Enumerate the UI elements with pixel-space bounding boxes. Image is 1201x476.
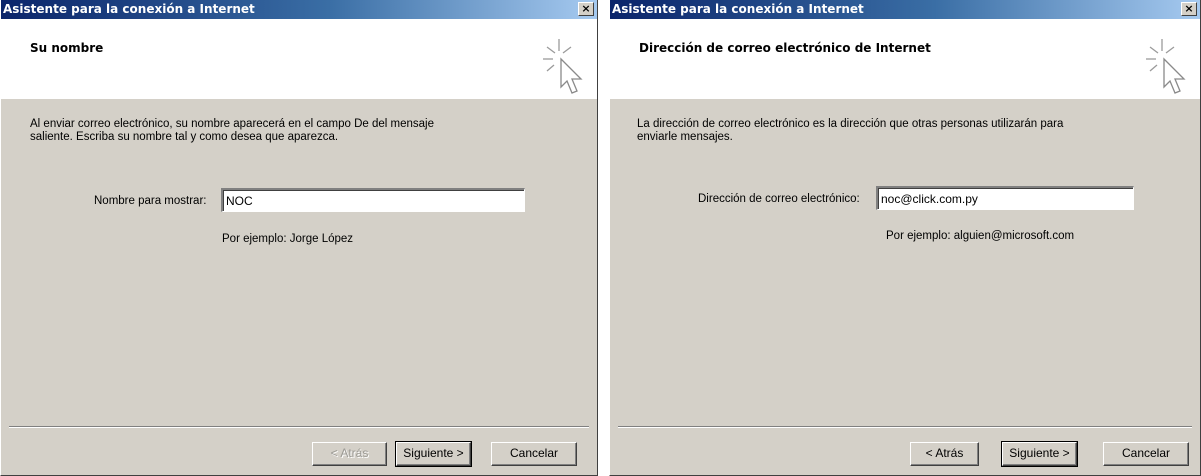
display-name-label: Nombre para mostrar: [94, 195, 207, 207]
wizard-window-name: Asistente para la conexión a Internet × … [0, 0, 598, 476]
next-button[interactable]: Siguiente > [1001, 441, 1078, 467]
button-separator [618, 426, 1192, 428]
email-address-input[interactable]: noc@click.com.py [876, 186, 1134, 210]
window-title: Asistente para la conexión a Internet [612, 2, 864, 16]
close-button[interactable]: × [578, 2, 594, 16]
example-text: Por ejemplo: Jorge López [222, 233, 354, 245]
wizard-sparkle-cursor-icon [1146, 39, 1186, 94]
button-separator [9, 426, 589, 428]
cancel-button[interactable]: Cancelar [1103, 442, 1189, 466]
cancel-button[interactable]: Cancelar [491, 442, 577, 466]
back-button[interactable]: < Atrás [910, 442, 979, 466]
window-title: Asistente para la conexión a Internet [3, 2, 255, 16]
close-button[interactable]: × [1181, 2, 1197, 16]
next-button[interactable]: Siguiente > [395, 441, 472, 467]
example-text: Por ejemplo: alguien@microsoft.com [886, 230, 1075, 242]
wizard-header: Su nombre [1, 19, 597, 99]
title-bar[interactable]: Asistente para la conexión a Internet × [1, 0, 597, 19]
description-text: La dirección de correo electrónico es la… [637, 118, 1063, 144]
description-line: enviarle mensajes. [637, 131, 733, 143]
header-divider [1, 98, 597, 99]
page-title: Dirección de correo electrónico de Inter… [639, 41, 931, 55]
description-line: La dirección de correo electrónico es la… [637, 118, 1064, 130]
page-title: Su nombre [30, 41, 104, 55]
back-button[interactable]: < Atrás [312, 442, 387, 466]
wizard-header: Dirección de correo electrónico de Inter… [610, 19, 1200, 99]
header-divider [610, 98, 1200, 99]
wizard-window-email: Asistente para la conexión a Internet × … [609, 0, 1201, 476]
wizard-sparkle-cursor-icon [543, 39, 583, 94]
email-address-label: Dirección de correo electrónico: [698, 193, 860, 205]
description-line: Al enviar correo electrónico, su nombre … [30, 118, 434, 130]
display-name-input[interactable]: NOC [221, 188, 525, 212]
title-bar[interactable]: Asistente para la conexión a Internet × [610, 0, 1200, 19]
description-text: Al enviar correo electrónico, su nombre … [30, 118, 434, 144]
description-line: saliente. Escriba su nombre tal y como d… [30, 131, 339, 143]
